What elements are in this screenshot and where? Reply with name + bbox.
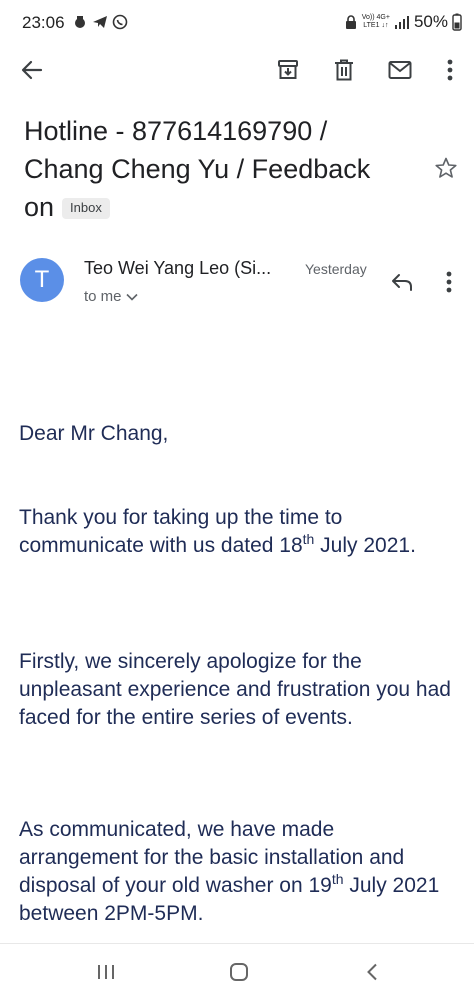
message-more-button[interactable] [434, 264, 464, 300]
lock-icon [345, 15, 356, 29]
archive-button[interactable] [268, 50, 308, 90]
back-arrow-icon [21, 60, 43, 80]
network-indicator: Vo)) 4G+ LTE1 ↓↑ [361, 14, 390, 29]
delete-icon [335, 59, 353, 81]
battery-level: 50% [413, 12, 448, 31]
recipient-details-toggle[interactable]: to me [84, 288, 138, 305]
recents-icon [98, 965, 114, 979]
system-nav-bar [0, 944, 474, 1000]
home-button[interactable] [219, 956, 259, 988]
chevron-down-icon [125, 293, 138, 301]
more-options-button[interactable] [430, 50, 470, 90]
system-back-button[interactable] [352, 956, 392, 988]
archive-icon [278, 60, 298, 79]
system-back-icon [367, 963, 377, 981]
subject-line-3: on Inbox [24, 188, 404, 226]
body-paragraph-3: As communicated, we have made arrangemen… [19, 818, 440, 925]
reply-icon [392, 274, 412, 291]
email-subject: Hotline - 877614169790 / Chang Cheng Yu … [24, 112, 404, 226]
mark-unread-button[interactable] [380, 50, 420, 90]
sender-name[interactable]: Teo Wei Yang Leo (Si... [84, 258, 296, 279]
subject-line-2: Chang Cheng Yu / Feedback [24, 154, 371, 184]
home-icon [230, 963, 248, 981]
notification-icons [72, 14, 128, 30]
status-time: 23:06 [22, 13, 65, 32]
recents-button[interactable] [86, 956, 126, 988]
more-vert-icon [447, 59, 453, 81]
signal-icon [394, 16, 409, 29]
reply-button[interactable] [384, 264, 420, 300]
star-icon [435, 157, 457, 178]
status-right: Vo)) 4G+ LTE1 ↓↑ 50% [344, 12, 462, 32]
status-bar: 23:06 Vo)) 4G+ LTE1 ↓↑ 50% [0, 0, 474, 46]
app-bar [0, 50, 474, 94]
battery-icon [452, 13, 462, 31]
more-vert-icon [446, 271, 452, 293]
subject-line-1: Hotline - 877614169790 / [24, 116, 328, 146]
greeting: Dear Mr Chang, [19, 422, 169, 445]
star-button[interactable] [428, 150, 464, 186]
delete-button[interactable] [324, 50, 364, 90]
notification-app-icon [75, 16, 85, 28]
inbox-label-chip[interactable]: Inbox [62, 198, 110, 219]
mail-icon [388, 61, 412, 79]
telegram-icon [93, 16, 107, 28]
back-button[interactable] [12, 50, 52, 90]
sender-avatar[interactable]: T [20, 258, 64, 302]
whatsapp-icon [112, 14, 128, 30]
body-paragraph-2: Firstly, we sincerely apologize for the … [19, 650, 451, 729]
email-date: Yesterday [305, 261, 367, 277]
recipient-label: to me [84, 288, 122, 305]
body-paragraph-1: Thank you for taking up the time to comm… [19, 506, 416, 557]
